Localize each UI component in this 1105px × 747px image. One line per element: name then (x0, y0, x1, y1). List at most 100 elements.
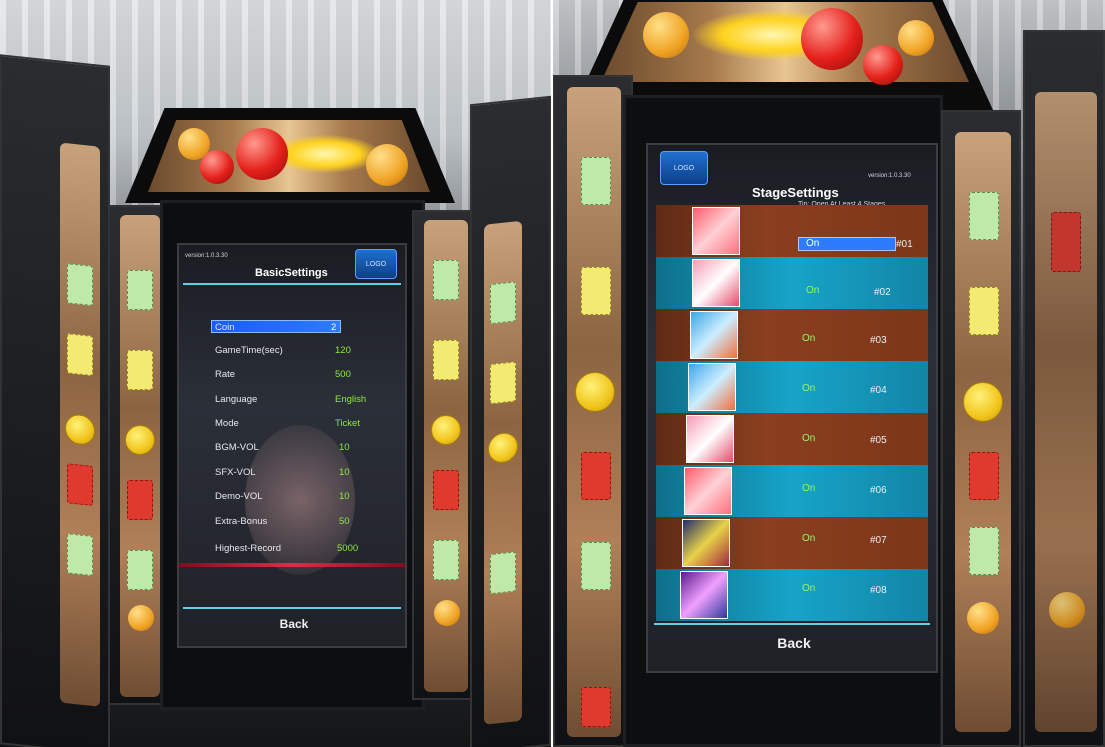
back-button[interactable]: Back (259, 617, 329, 631)
inner-right-door-artwork (424, 220, 468, 692)
stage-row-08[interactable]: On #08 (656, 569, 928, 621)
ticket-icon (127, 270, 153, 310)
header-divider (183, 283, 401, 285)
ticket-icon (969, 452, 999, 500)
stage-number: #03 (870, 335, 887, 346)
smiley-icon (963, 382, 1003, 422)
stage-row-01[interactable]: On #01 (656, 205, 928, 257)
setting-value: 10 (339, 467, 350, 478)
ticket-icon (490, 281, 516, 325)
back-button[interactable]: Back (754, 635, 834, 651)
stage-number: #01 (896, 239, 913, 250)
setting-value: English (335, 394, 367, 405)
stage-settings-screen: LOGO version:1.0.3.30 StageSettings Tip:… (646, 143, 938, 673)
ticket-icon (433, 260, 459, 300)
stage-status: On (802, 333, 816, 344)
ticket-icon (490, 551, 516, 595)
stage-status: On (802, 483, 816, 494)
stage-number: #07 (870, 535, 887, 546)
ticket-icon (581, 542, 611, 590)
ticket-icon (67, 333, 93, 376)
left-door (553, 75, 633, 747)
smiley-icon (65, 413, 95, 447)
planet-icon (898, 20, 934, 56)
planet-icon (643, 12, 689, 58)
ticket-icon (969, 527, 999, 575)
right-door (941, 110, 1021, 747)
stage-number: #04 (870, 385, 887, 396)
stage-thumbnail (692, 207, 740, 255)
led-strip (179, 563, 405, 567)
ticket-icon (433, 340, 459, 380)
stage-number: #08 (870, 585, 887, 596)
ticket-icon (581, 687, 611, 727)
stage-row-04[interactable]: On #04 (656, 361, 928, 413)
setting-label: Language (215, 394, 258, 405)
setting-label: Coin (215, 322, 235, 333)
ticket-icon (490, 361, 516, 405)
ticket-icon (969, 192, 999, 240)
red-ball-icon (863, 45, 903, 85)
smiley-icon (431, 415, 461, 445)
stage-status: On (806, 238, 820, 249)
stage-thumbnail (690, 311, 738, 359)
stage-status: On (806, 285, 820, 296)
setting-value: 10 (339, 491, 350, 502)
ticket-icon (127, 350, 153, 390)
red-ball-mascot-icon (801, 8, 863, 70)
outer-left-door (0, 54, 110, 747)
stage-thumbnail (692, 259, 740, 307)
right-door-artwork (955, 132, 1011, 732)
red-ball-icon (200, 150, 234, 184)
company-logo: LOGO (660, 151, 708, 185)
smiley-icon (488, 431, 518, 465)
ticket-icon (67, 263, 93, 306)
stage-status: On (802, 433, 816, 444)
ticket-icon (433, 470, 459, 510)
ticket-icon (581, 452, 611, 500)
setting-value: 2 (331, 322, 337, 333)
ticket-icon (127, 550, 153, 590)
ticket-icon (969, 287, 999, 335)
setting-value: Ticket (335, 418, 360, 429)
setting-label: Demo-VOL (215, 491, 263, 502)
planet-icon (128, 605, 154, 631)
ticket-icon (433, 540, 459, 580)
setting-value: 120 (335, 345, 351, 356)
stage-row-06[interactable]: On #06 (656, 465, 928, 517)
stage-thumbnail (686, 415, 734, 463)
planet-icon (366, 144, 408, 186)
inner-left-door (108, 205, 166, 705)
inner-right-door (412, 210, 476, 700)
inner-left-door-artwork (120, 215, 160, 697)
red-ball-mascot-icon (236, 128, 288, 180)
page-title: BasicSettings (255, 267, 328, 279)
stage-status: On (802, 533, 816, 544)
outer-right-door (470, 95, 551, 747)
footer-divider (654, 623, 930, 625)
stage-row-03[interactable]: On #03 (656, 309, 928, 361)
ticket-icon (581, 157, 611, 205)
setting-label: Rate (215, 369, 236, 380)
left-door-artwork (567, 87, 621, 737)
smiley-icon (575, 372, 615, 412)
ticket-icon (581, 267, 611, 315)
stage-thumbnail (682, 519, 730, 567)
setting-label: BGM-VOL (215, 442, 259, 453)
stage-status: On (802, 383, 816, 394)
stage-row-05[interactable]: On #05 (656, 413, 928, 465)
ticket-icon (67, 463, 93, 506)
stage-row-07[interactable]: On #07 (656, 517, 928, 569)
stage-number: #05 (870, 435, 887, 446)
stage-row-02[interactable]: On #02 (656, 257, 928, 309)
smiley-icon (125, 425, 155, 455)
version-label: version:1.0.3.30 (868, 173, 911, 179)
right-door-artwork (484, 220, 522, 725)
outer-right-door (1023, 30, 1105, 747)
left-door-artwork (60, 142, 100, 707)
ticket-icon (1051, 212, 1081, 272)
setting-value: 50 (339, 516, 350, 527)
stage-thumbnail (688, 363, 736, 411)
stage-status: On (802, 583, 816, 594)
stage-thumbnail (680, 571, 728, 619)
